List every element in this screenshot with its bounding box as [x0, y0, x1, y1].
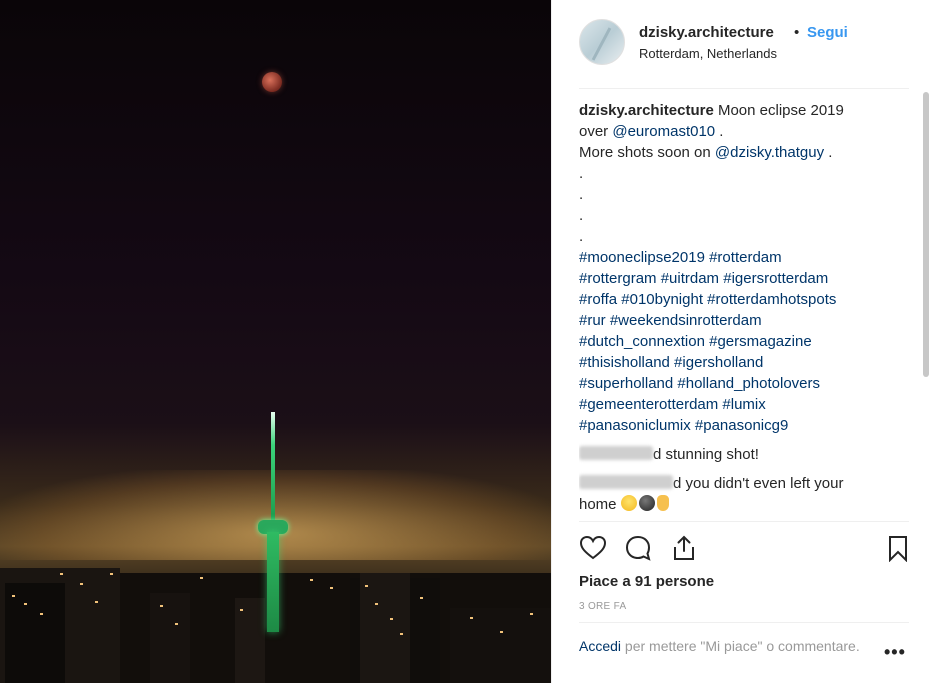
- comments-scrollbar[interactable]: [923, 92, 929, 377]
- post-header: dzisky.architecture • Segui Rotterdam, N…: [552, 0, 930, 88]
- mention-link[interactable]: @dzisky.thatguy: [715, 144, 824, 161]
- comments-divider: [579, 521, 909, 522]
- comment-text: home: [579, 496, 621, 513]
- caption-dot: .: [579, 165, 584, 182]
- caption-text: Moon eclipse 2019: [713, 102, 844, 119]
- caption-text: over: [579, 123, 613, 140]
- separator-dot: •: [794, 24, 800, 41]
- caption-text: .: [715, 123, 724, 140]
- post-timestamp[interactable]: 3 ORE FA: [579, 601, 626, 612]
- hashtag-line[interactable]: #rottergram #uitrdam #igersrotterdam: [579, 268, 919, 289]
- post-details-panel: dzisky.architecture • Segui Rotterdam, N…: [551, 0, 930, 683]
- eclipsed-moon: [262, 72, 282, 92]
- bookmark-icon[interactable]: [884, 534, 912, 562]
- hashtag-line[interactable]: #dutch_connextion #gersmagazine: [579, 331, 919, 352]
- caption-username[interactable]: dzisky.architecture: [579, 102, 714, 119]
- comment-item: d you didn't even left your home: [579, 473, 919, 515]
- avatar[interactable]: [579, 19, 625, 65]
- euromast-tower: [258, 412, 288, 632]
- grinning-emoji-icon: [620, 495, 637, 511]
- new-moon-emoji-icon: [638, 495, 655, 511]
- login-prompt: Accedi per mettere "Mi piace" o commenta…: [579, 636, 869, 656]
- caption-dot: .: [579, 228, 584, 245]
- hashtag-line[interactable]: #rur #weekendsinrotterdam: [579, 310, 919, 331]
- heart-icon[interactable]: [579, 534, 607, 562]
- comment-text: d you didn't even left your: [673, 475, 844, 492]
- location-link[interactable]: Rotterdam, Netherlands: [639, 46, 777, 61]
- caption-dot: .: [579, 207, 584, 224]
- action-bar: [579, 534, 912, 564]
- blurred-username: [579, 475, 673, 489]
- header-divider: [579, 88, 909, 89]
- caption-dot: .: [579, 186, 584, 203]
- hashtag-line[interactable]: #mooneclipse2019 #rotterdam: [579, 247, 919, 268]
- mention-link[interactable]: @euromast010: [612, 123, 715, 140]
- comments-list[interactable]: dzisky.architecture Moon eclipse 2019 ov…: [579, 100, 919, 520]
- hashtag-line[interactable]: #thisisholland #igersholland: [579, 352, 919, 373]
- caption-text: More shots soon on: [579, 144, 715, 161]
- comment-icon[interactable]: [624, 534, 652, 562]
- share-icon[interactable]: [670, 534, 698, 562]
- footer-divider: [579, 622, 909, 623]
- hashtag-line[interactable]: #gemeenterotterdam #lumix: [579, 394, 919, 415]
- login-prompt-text: per mettere "Mi piace" o commentare.: [621, 638, 860, 654]
- post-photo[interactable]: [0, 0, 551, 683]
- follow-button[interactable]: Segui: [807, 24, 848, 41]
- blurred-username: [579, 446, 653, 460]
- likes-count[interactable]: Piace a 91 persone: [579, 573, 714, 590]
- comment-text: d stunning shot!: [653, 446, 759, 463]
- comment-item: d stunning shot!: [579, 444, 919, 465]
- caption: dzisky.architecture Moon eclipse 2019 ov…: [579, 100, 919, 436]
- login-link[interactable]: Accedi: [579, 638, 621, 654]
- header-username[interactable]: dzisky.architecture: [639, 24, 774, 41]
- hashtag-line[interactable]: #panasoniclumix #panasonicg9: [579, 415, 919, 436]
- ok-hand-emoji-icon: [656, 495, 669, 511]
- caption-text: .: [824, 144, 833, 161]
- more-options-icon[interactable]: •••: [884, 642, 906, 663]
- hashtag-line[interactable]: #superholland #holland_photolovers: [579, 373, 919, 394]
- hashtag-line[interactable]: #roffa #010bynight #rotterdamhotspots: [579, 289, 919, 310]
